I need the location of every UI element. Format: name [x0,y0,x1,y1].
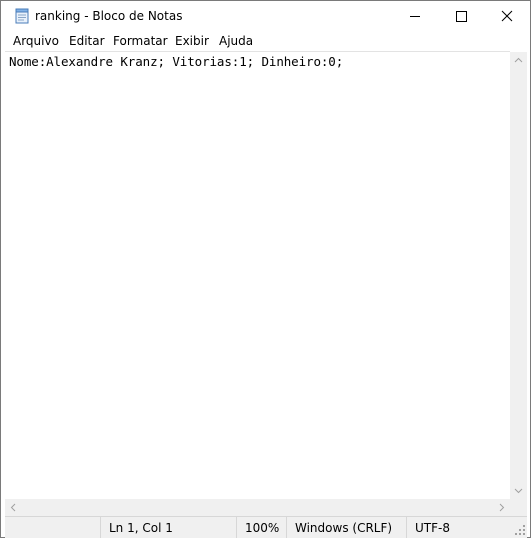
resize-grip-icon[interactable] [514,524,526,536]
menu-exibir[interactable]: Exibir [175,34,209,48]
notepad-icon [14,8,30,24]
window-title: ranking - Bloco de Notas [35,9,183,23]
encoding-text: UTF-8 [415,521,450,535]
text-editor-area[interactable]: Nome:Alexandre Kranz; Vitorias:1; Dinhei… [5,51,510,500]
scrollbar-corner [510,499,527,516]
title-bar[interactable]: ranking - Bloco de Notas [1,1,530,32]
chevron-down-icon [514,488,523,494]
scroll-left-button[interactable] [5,499,22,516]
status-cursor-position: Ln 1, Col 1 [100,517,237,538]
line-ending-text: Windows (CRLF) [295,521,393,535]
minimize-icon [410,16,420,17]
cursor-position-text: Ln 1, Col 1 [109,521,173,535]
close-icon [501,10,513,22]
zoom-text: 100% [245,521,280,535]
notepad-window: ranking - Bloco de Notas Arquivo Editar … [0,0,531,538]
chevron-up-icon [514,57,523,63]
status-encoding: UTF-8 [406,517,528,538]
scroll-right-button[interactable] [493,499,510,516]
menu-arquivo[interactable]: Arquivo [13,34,59,48]
chevron-left-icon [10,503,16,512]
maximize-button[interactable] [438,1,484,32]
editor-content[interactable]: Nome:Alexandre Kranz; Vitorias:1; Dinhei… [9,54,343,69]
vertical-scrollbar[interactable] [510,52,527,499]
menu-bar: Arquivo Editar Formatar Exibir Ajuda [1,32,530,51]
status-bar: Ln 1, Col 1 100% Windows (CRLF) UTF-8 [5,516,527,538]
minimize-button[interactable] [392,1,438,32]
menu-editar[interactable]: Editar [69,34,105,48]
horizontal-scrollbar[interactable] [5,499,510,516]
status-line-ending: Windows (CRLF) [286,517,407,538]
scroll-down-button[interactable] [510,482,527,499]
maximize-icon [456,11,467,22]
status-zoom: 100% [236,517,287,538]
menu-formatar[interactable]: Formatar [113,34,168,48]
menu-ajuda[interactable]: Ajuda [219,34,253,48]
scroll-up-button[interactable] [510,52,527,69]
chevron-right-icon [499,503,505,512]
close-button[interactable] [484,1,530,32]
